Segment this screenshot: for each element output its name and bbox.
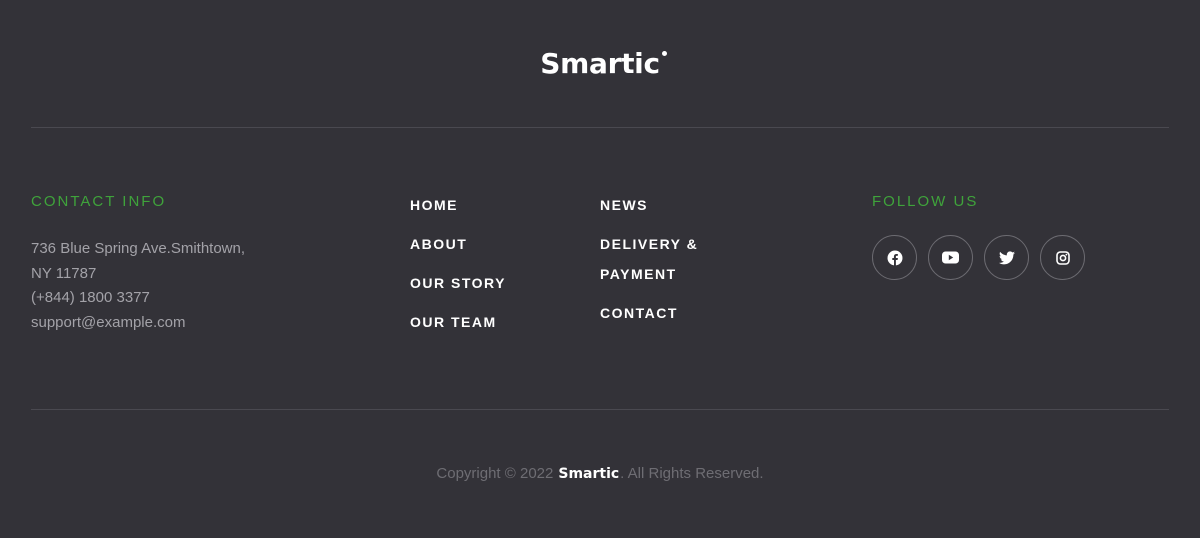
contact-info-title: CONTACT INFO xyxy=(31,193,167,210)
logo-dot xyxy=(661,51,667,56)
follow-us-title: FOLLOW US xyxy=(872,193,979,210)
copyright-notice: Copyright © 2022 Smartic. All Rights Rese… xyxy=(0,465,1200,482)
divider-top xyxy=(31,127,1169,128)
footer-nav-column-2: NEWS DELIVERY & PAYMENT CONTACT xyxy=(600,197,730,344)
nav-link-contact[interactable]: CONTACT xyxy=(600,305,730,321)
logo-text[interactable]: Smartic xyxy=(540,47,667,80)
instagram-icon xyxy=(1055,250,1070,265)
nav-link-delivery-payment[interactable]: DELIVERY & PAYMENT xyxy=(600,229,730,289)
footer-logo[interactable]: Smartic xyxy=(0,47,1200,80)
facebook-icon xyxy=(887,250,903,266)
youtube-button[interactable] xyxy=(928,235,973,280)
copyright-suffix: . All Rights Reserved. xyxy=(620,465,764,482)
social-links xyxy=(872,235,1085,280)
youtube-icon xyxy=(942,251,959,264)
nav-link-news[interactable]: NEWS xyxy=(600,197,730,213)
twitter-button[interactable] xyxy=(984,235,1029,280)
copyright-brand-link[interactable]: Smartic xyxy=(558,466,619,482)
footer-nav-column-1: HOME ABOUT OUR STORY OUR TEAM xyxy=(410,197,506,353)
site-footer: Smartic CONTACT INFO 736 Blue Spring Ave… xyxy=(0,0,1200,538)
contact-phone: (+844) 1800 3377 xyxy=(31,289,150,306)
contact-info: 736 Blue Spring Ave.Smithtown, NY 11787 … xyxy=(31,237,311,335)
divider-bottom xyxy=(31,409,1169,410)
logo-wordmark: Smartic xyxy=(540,47,660,80)
facebook-button[interactable] xyxy=(872,235,917,280)
contact-address-line-1: 736 Blue Spring Ave.Smithtown, xyxy=(31,240,246,257)
nav-link-home[interactable]: HOME xyxy=(410,197,506,213)
contact-email: support@example.com xyxy=(31,313,186,331)
twitter-icon xyxy=(998,250,1015,265)
nav-link-about[interactable]: ABOUT xyxy=(410,236,506,252)
nav-link-our-team[interactable]: OUR TEAM xyxy=(410,314,506,330)
contact-address-line-2: NY 11787 xyxy=(31,264,97,282)
instagram-button[interactable] xyxy=(1040,235,1085,280)
copyright-prefix: Copyright © 2022 xyxy=(436,465,554,482)
nav-link-our-story[interactable]: OUR STORY xyxy=(410,275,506,291)
